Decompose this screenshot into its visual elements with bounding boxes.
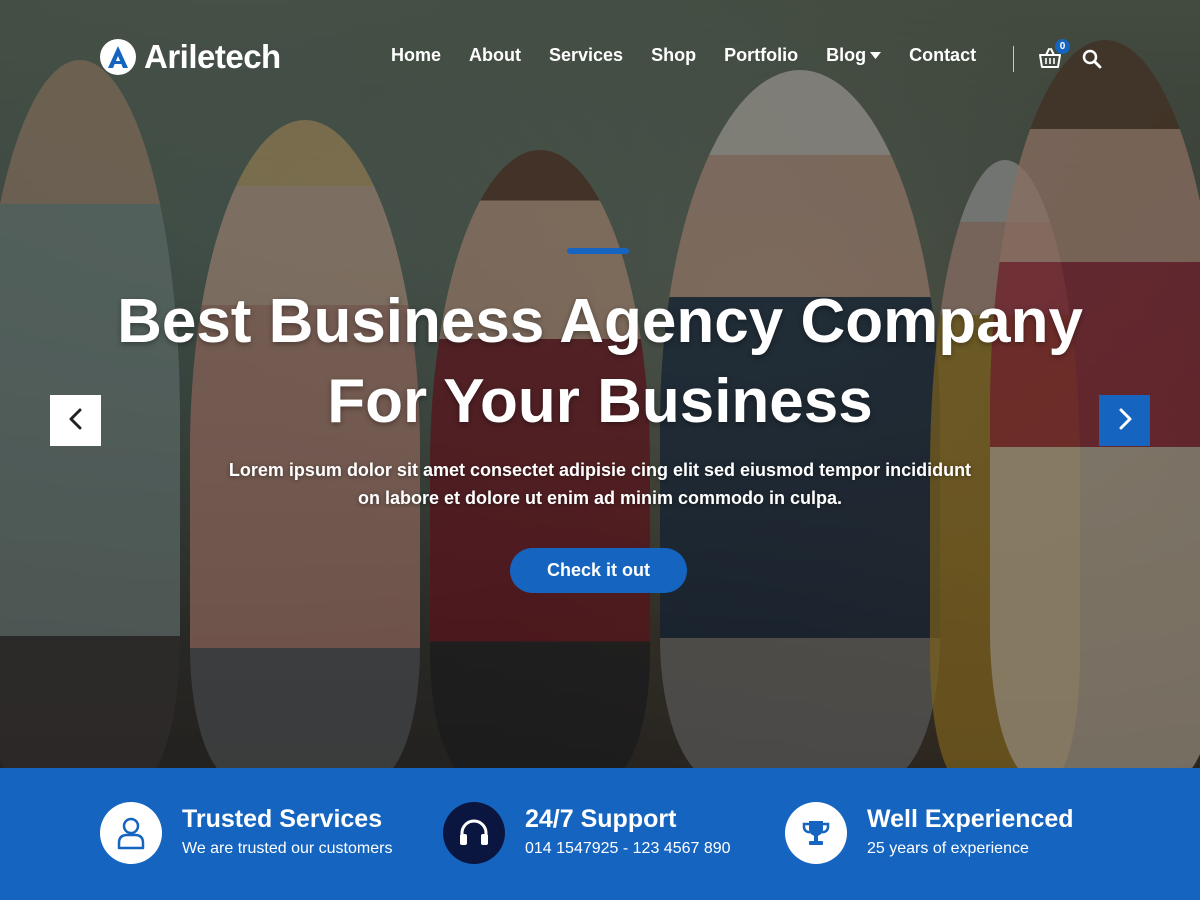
menu-item-about[interactable]: About <box>455 45 535 66</box>
site-header: Ariletech Home About Services Shop Portf… <box>0 0 1200 116</box>
hero-title-line: Best Business Agency Company <box>117 287 1083 356</box>
title-accent-bar <box>567 248 629 254</box>
menu-item-shop[interactable]: Shop <box>637 45 710 66</box>
feature-description: We are trusted our customers <box>182 840 393 857</box>
menu-item-label: Portfolio <box>724 45 799 65</box>
hero-title-line: For Your Business <box>327 367 873 436</box>
hero-subtitle-line: on labore et dolore ut enim ad minim com… <box>357 488 843 508</box>
feature-trusted-services: Trusted Services We are trusted our cust… <box>100 802 392 864</box>
headset-icon <box>443 802 505 864</box>
cart-count-badge: 0 <box>1055 39 1070 54</box>
trophy-icon <box>785 802 847 864</box>
menu-item-blog[interactable]: Blog <box>812 45 895 66</box>
logo-mark-icon <box>100 39 136 75</box>
menu-item-label: Shop <box>651 45 697 65</box>
menu-item-home[interactable]: Home <box>377 45 455 66</box>
brand-name: Ariletech <box>144 38 281 75</box>
caret-down-icon <box>870 49 882 63</box>
chevron-left-icon <box>68 408 84 434</box>
feature-title: Trusted Services <box>182 805 383 833</box>
feature-description: 25 years of experience <box>867 840 1029 857</box>
chevron-right-icon <box>1117 408 1133 434</box>
menu-item-label: Services <box>549 45 624 65</box>
feature-title: Well Experienced <box>867 805 1074 833</box>
slider-prev-button[interactable] <box>50 395 101 446</box>
menu-item-label: Contact <box>909 45 977 65</box>
hero-subtitle-line: Lorem ipsum dolor sit amet consectet adi… <box>228 460 972 480</box>
hero-slider: Ariletech Home About Services Shop Portf… <box>0 0 1200 768</box>
feature-description: 014 1547925 - 123 4567 890 <box>525 840 731 857</box>
nav-divider <box>1013 46 1014 72</box>
search-icon[interactable] <box>1082 49 1102 69</box>
menu-item-contact[interactable]: Contact <box>895 45 990 66</box>
menu-item-label: Blog <box>826 45 867 65</box>
feature-experience: Well Experienced 25 years of experience <box>785 802 1074 864</box>
menu-item-services[interactable]: Services <box>535 45 637 66</box>
slider-next-button[interactable] <box>1099 395 1150 446</box>
check-it-out-button[interactable]: Check it out <box>510 548 687 593</box>
feature-support: 24/7 Support 014 1547925 - 123 4567 890 <box>443 802 731 864</box>
hero-subtitle: Lorem ipsum dolor sit amet consectet adi… <box>200 456 1000 512</box>
features-bar: Trusted Services We are trusted our cust… <box>0 768 1200 900</box>
user-icon <box>100 802 162 864</box>
feature-title: 24/7 Support <box>525 805 677 833</box>
hero-title: Best Business Agency Company For Your Bu… <box>0 282 1200 442</box>
menu-item-portfolio[interactable]: Portfolio <box>710 45 812 66</box>
menu-item-label: Home <box>391 45 442 65</box>
main-menu: Home About Services Shop Portfolio Blog … <box>377 45 990 66</box>
shopping-basket-icon[interactable]: 0 <box>1038 39 1070 72</box>
menu-item-label: About <box>469 45 521 65</box>
site-logo[interactable]: Ariletech <box>100 38 281 76</box>
